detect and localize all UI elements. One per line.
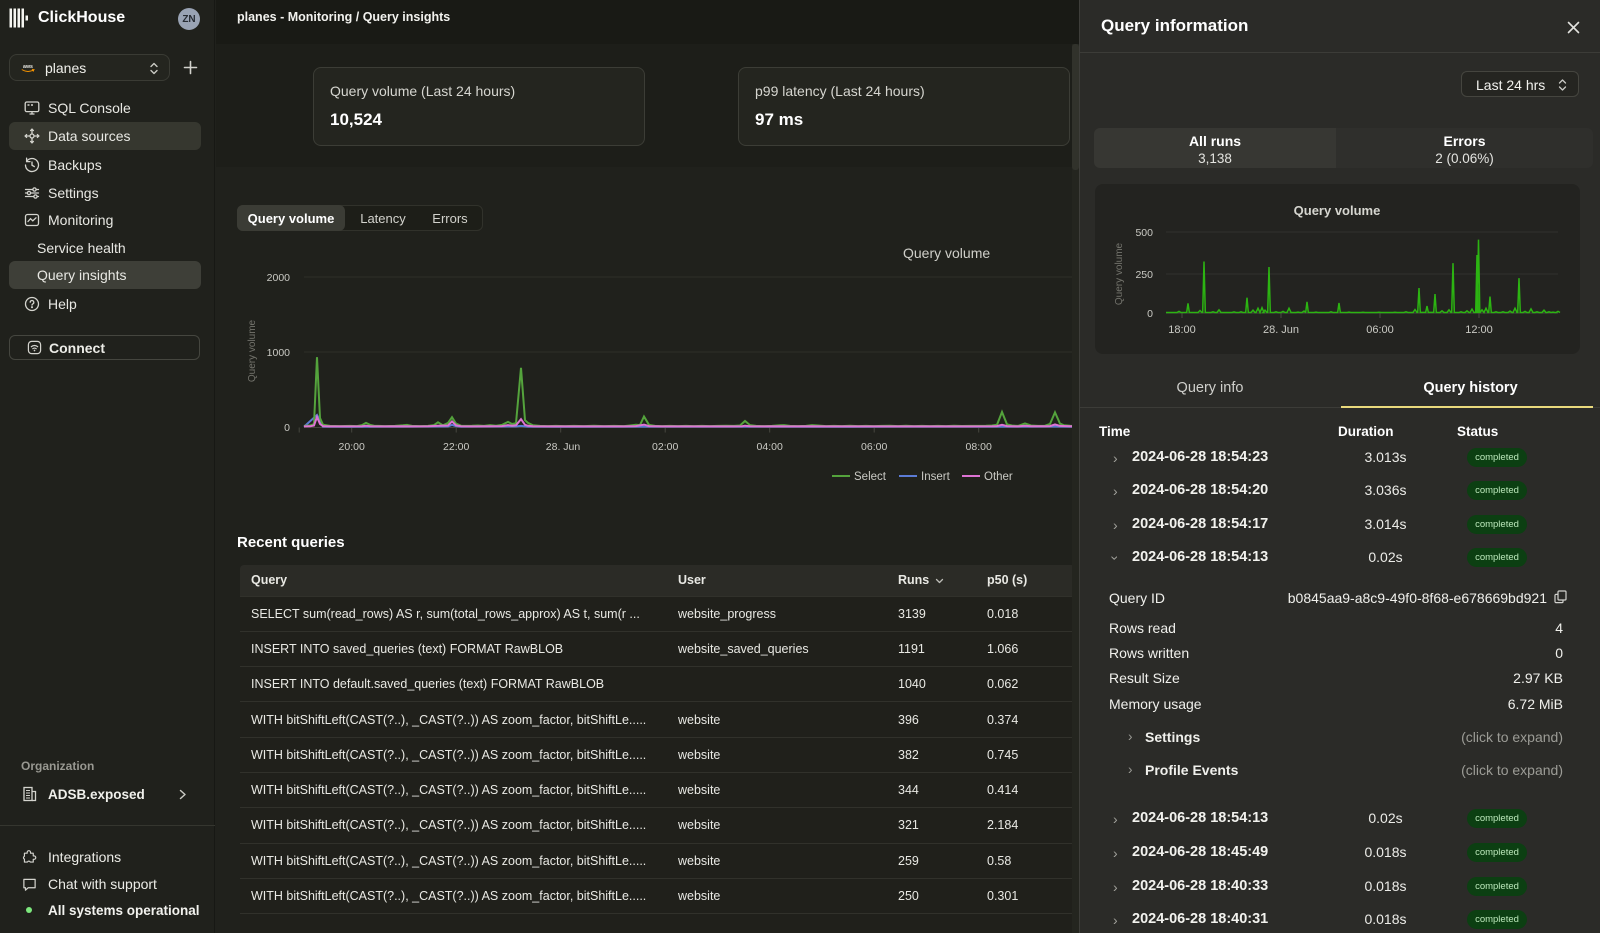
svg-text:22:00: 22:00 — [443, 441, 469, 453]
svg-text:Query volume: Query volume — [1114, 242, 1125, 305]
svg-text:20:00: 20:00 — [339, 441, 365, 453]
svg-text:500: 500 — [1135, 227, 1153, 239]
svg-text:2000: 2000 — [267, 272, 291, 284]
svg-text:12:00: 12:00 — [1465, 324, 1493, 336]
svg-text:06:00: 06:00 — [1366, 324, 1394, 336]
svg-text:18:00: 18:00 — [1168, 324, 1196, 336]
svg-text:Query volume: Query volume — [1294, 203, 1381, 218]
svg-text:Insert: Insert — [921, 471, 951, 483]
svg-text:0: 0 — [1147, 308, 1153, 320]
svg-text:06:00: 06:00 — [861, 441, 887, 453]
svg-text:08:00: 08:00 — [966, 441, 992, 453]
svg-text:0: 0 — [284, 422, 290, 434]
svg-text:Other: Other — [984, 471, 1013, 483]
svg-text:28. Jun: 28. Jun — [1263, 324, 1299, 336]
svg-text:aws: aws — [23, 64, 33, 70]
svg-text:28. Jun: 28. Jun — [546, 441, 581, 453]
svg-text:250: 250 — [1135, 269, 1153, 281]
svg-text:04:00: 04:00 — [757, 441, 783, 453]
svg-text:Query volume: Query volume — [247, 319, 258, 382]
svg-text:1000: 1000 — [267, 347, 291, 359]
svg-text:02:00: 02:00 — [652, 441, 678, 453]
svg-text:Select: Select — [854, 471, 887, 483]
svg-text:Query volume: Query volume — [903, 245, 990, 261]
